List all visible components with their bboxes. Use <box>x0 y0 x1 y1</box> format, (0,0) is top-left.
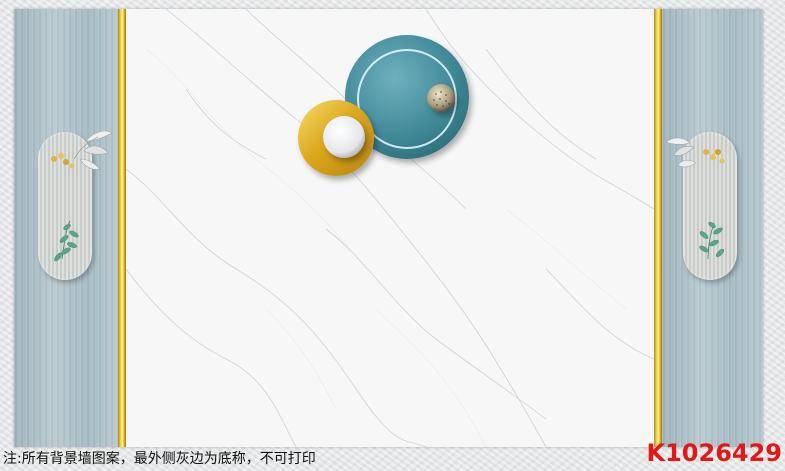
right-silver-leaf-icon <box>665 137 725 168</box>
left-green-sprig-icon <box>54 220 79 262</box>
right-green-sprig-icon <box>699 221 725 260</box>
leaf-decorations <box>51 130 725 262</box>
mural-artwork <box>14 9 763 447</box>
product-code: K1026429 <box>646 439 783 467</box>
footer-note: 注:所有背景墙图案，最外侧灰边为底称，不可打印 <box>3 451 316 467</box>
left-silver-leaf-icon <box>51 130 113 170</box>
